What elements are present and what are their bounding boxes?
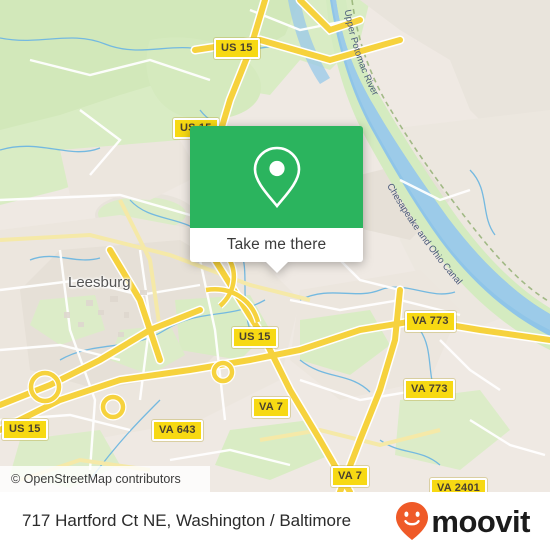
moovit-pin-smile-icon: [396, 502, 429, 540]
road-shield-us-15-center[interactable]: US 15: [232, 327, 278, 348]
popup-pointer: [264, 261, 289, 273]
map-pin-icon: [253, 146, 300, 209]
map-canvas[interactable]: Upper Potomac River Chesapeake and Ohio …: [0, 0, 550, 492]
place-label-leesburg: Leesburg: [68, 274, 131, 291]
road-shield-us-15-west[interactable]: US 15: [2, 419, 48, 440]
moovit-wordmark: moovit: [431, 503, 530, 539]
road-shield-va-7-center[interactable]: VA 7: [252, 397, 291, 418]
road-shield-va-773-south[interactable]: VA 773: [404, 379, 455, 400]
moovit-logo[interactable]: moovit: [395, 501, 530, 541]
road-shield-us-15-north[interactable]: US 15: [214, 38, 260, 59]
attribution-text: © OpenStreetMap contributors: [11, 472, 181, 486]
road-shield-va-643[interactable]: VA 643: [152, 420, 203, 441]
popup-action-bar[interactable]: Take me there: [190, 228, 363, 273]
footer-bar: 717 Hartford Ct NE, Washington / Baltimo…: [0, 492, 550, 550]
road-shield-va-2401[interactable]: VA 2401: [430, 478, 487, 492]
road-shield-va-773-north[interactable]: VA 773: [405, 311, 456, 332]
take-me-there-popup[interactable]: Take me there: [190, 126, 363, 273]
popup-image-area: [190, 126, 363, 228]
take-me-there-label: Take me there: [226, 236, 327, 253]
road-shield-va-7-south[interactable]: VA 7: [331, 466, 370, 487]
map-screenshot: Upper Potomac River Chesapeake and Ohio …: [0, 0, 550, 550]
map-attribution[interactable]: © OpenStreetMap contributors: [0, 466, 210, 492]
address-title: 717 Hartford Ct NE, Washington / Baltimo…: [22, 511, 352, 530]
